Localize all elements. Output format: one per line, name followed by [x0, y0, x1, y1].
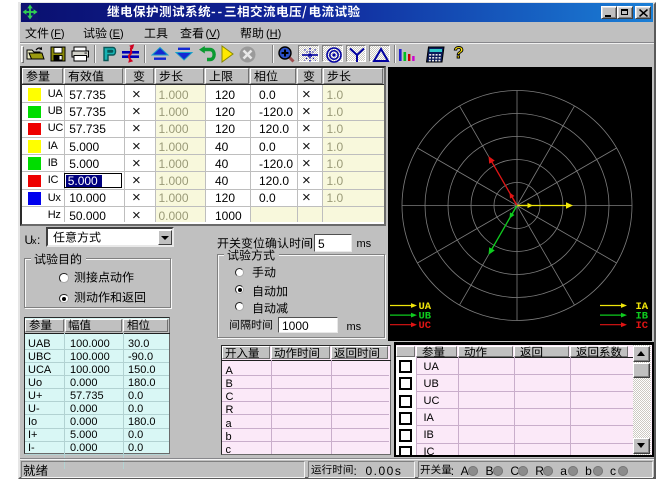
svg-text:UC: UC [419, 320, 432, 332]
svg-text:IC: IC [636, 320, 649, 332]
